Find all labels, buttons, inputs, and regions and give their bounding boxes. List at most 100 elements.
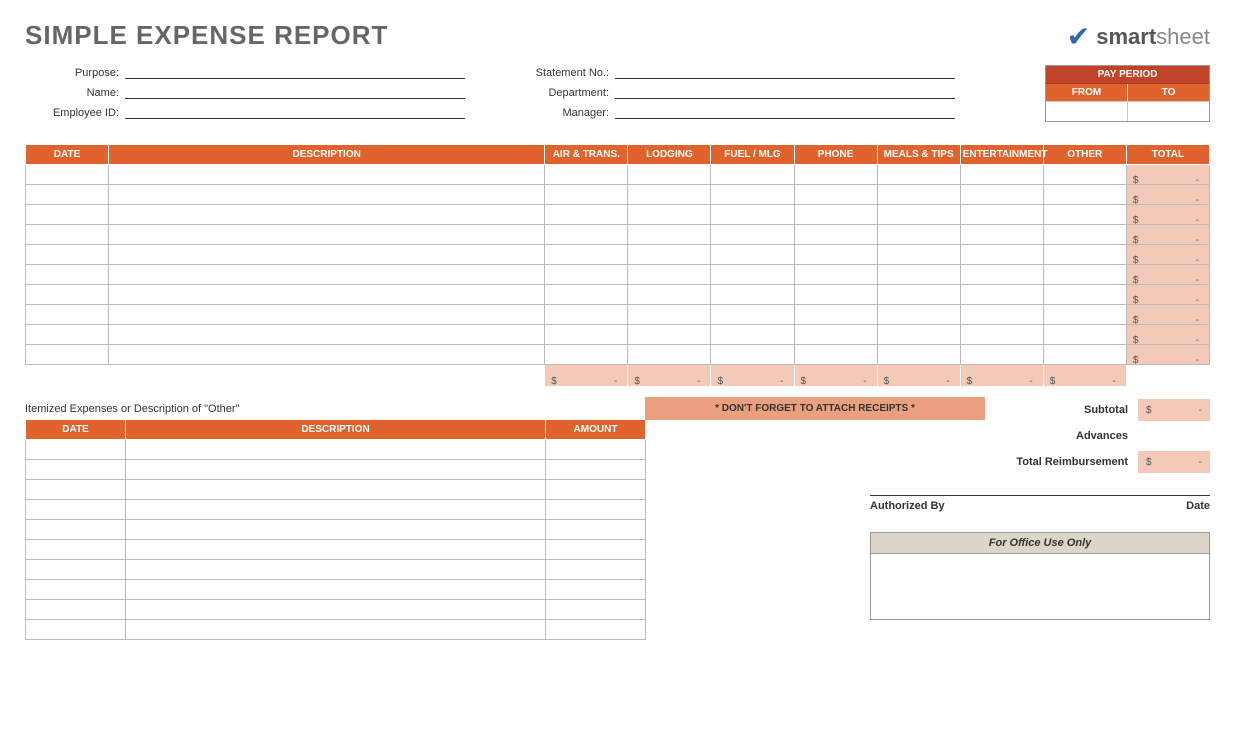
cell-input[interactable]	[545, 265, 628, 285]
pay-period-from-input[interactable]	[1046, 101, 1128, 121]
cell-input[interactable]	[1043, 225, 1126, 245]
cell-input[interactable]	[109, 345, 545, 365]
cell-input[interactable]	[711, 245, 794, 265]
itemized-cell[interactable]	[126, 440, 546, 460]
cell-input[interactable]	[628, 265, 711, 285]
cell-input[interactable]	[545, 225, 628, 245]
cell-input[interactable]	[109, 165, 545, 185]
itemized-cell[interactable]	[546, 580, 646, 600]
cell-input[interactable]	[628, 285, 711, 305]
cell-input[interactable]	[1043, 325, 1126, 345]
employee-id-input[interactable]	[125, 105, 465, 119]
itemized-cell[interactable]	[546, 600, 646, 620]
cell-input[interactable]	[794, 325, 877, 345]
cell-input[interactable]	[109, 265, 545, 285]
office-use-body[interactable]	[871, 554, 1209, 619]
cell-input[interactable]	[628, 325, 711, 345]
itemized-cell[interactable]	[546, 520, 646, 540]
cell-input[interactable]	[711, 305, 794, 325]
cell-input[interactable]	[26, 265, 109, 285]
cell-input[interactable]	[545, 305, 628, 325]
cell-input[interactable]	[1043, 185, 1126, 205]
cell-input[interactable]	[877, 345, 960, 365]
cell-input[interactable]	[960, 185, 1043, 205]
cell-input[interactable]	[877, 325, 960, 345]
cell-input[interactable]	[711, 205, 794, 225]
itemized-cell[interactable]	[26, 600, 126, 620]
cell-input[interactable]	[628, 185, 711, 205]
cell-input[interactable]	[109, 225, 545, 245]
advances-value[interactable]	[1138, 425, 1210, 447]
cell-input[interactable]	[794, 185, 877, 205]
cell-input[interactable]	[109, 325, 545, 345]
cell-input[interactable]	[960, 325, 1043, 345]
cell-input[interactable]	[1043, 345, 1126, 365]
cell-input[interactable]	[877, 305, 960, 325]
cell-input[interactable]	[26, 165, 109, 185]
cell-input[interactable]	[960, 165, 1043, 185]
cell-input[interactable]	[26, 225, 109, 245]
cell-input[interactable]	[109, 185, 545, 205]
cell-input[interactable]	[26, 245, 109, 265]
cell-input[interactable]	[794, 285, 877, 305]
pay-period-to-input[interactable]	[1128, 101, 1209, 121]
cell-input[interactable]	[628, 225, 711, 245]
cell-input[interactable]	[960, 345, 1043, 365]
itemized-cell[interactable]	[26, 560, 126, 580]
itemized-cell[interactable]	[546, 440, 646, 460]
cell-input[interactable]	[960, 225, 1043, 245]
cell-input[interactable]	[794, 345, 877, 365]
cell-input[interactable]	[711, 165, 794, 185]
cell-input[interactable]	[109, 205, 545, 225]
cell-input[interactable]	[711, 345, 794, 365]
itemized-cell[interactable]	[546, 480, 646, 500]
itemized-cell[interactable]	[26, 620, 126, 640]
cell-input[interactable]	[628, 305, 711, 325]
cell-input[interactable]	[794, 245, 877, 265]
cell-input[interactable]	[109, 305, 545, 325]
cell-input[interactable]	[711, 265, 794, 285]
cell-input[interactable]	[794, 225, 877, 245]
cell-input[interactable]	[877, 265, 960, 285]
cell-input[interactable]	[545, 245, 628, 265]
cell-input[interactable]	[877, 205, 960, 225]
cell-input[interactable]	[26, 285, 109, 305]
manager-input[interactable]	[615, 105, 955, 119]
cell-input[interactable]	[1043, 305, 1126, 325]
cell-input[interactable]	[711, 225, 794, 245]
cell-input[interactable]	[877, 245, 960, 265]
cell-input[interactable]	[26, 305, 109, 325]
itemized-cell[interactable]	[126, 540, 546, 560]
name-input[interactable]	[125, 85, 465, 99]
cell-input[interactable]	[711, 185, 794, 205]
cell-input[interactable]	[960, 245, 1043, 265]
itemized-cell[interactable]	[26, 500, 126, 520]
cell-input[interactable]	[960, 265, 1043, 285]
itemized-cell[interactable]	[546, 500, 646, 520]
cell-input[interactable]	[1043, 285, 1126, 305]
cell-input[interactable]	[1043, 165, 1126, 185]
cell-input[interactable]	[877, 285, 960, 305]
cell-input[interactable]	[628, 245, 711, 265]
cell-input[interactable]	[794, 165, 877, 185]
itemized-cell[interactable]	[126, 480, 546, 500]
department-input[interactable]	[615, 85, 955, 99]
itemized-cell[interactable]	[26, 440, 126, 460]
cell-input[interactable]	[877, 185, 960, 205]
cell-input[interactable]	[26, 185, 109, 205]
itemized-cell[interactable]	[26, 540, 126, 560]
cell-input[interactable]	[545, 325, 628, 345]
cell-input[interactable]	[628, 205, 711, 225]
itemized-cell[interactable]	[126, 520, 546, 540]
itemized-cell[interactable]	[126, 600, 546, 620]
itemized-cell[interactable]	[26, 520, 126, 540]
purpose-input[interactable]	[125, 65, 465, 79]
itemized-cell[interactable]	[126, 500, 546, 520]
itemized-cell[interactable]	[126, 560, 546, 580]
cell-input[interactable]	[794, 265, 877, 285]
cell-input[interactable]	[960, 285, 1043, 305]
cell-input[interactable]	[794, 305, 877, 325]
cell-input[interactable]	[545, 345, 628, 365]
cell-input[interactable]	[545, 185, 628, 205]
cell-input[interactable]	[628, 345, 711, 365]
